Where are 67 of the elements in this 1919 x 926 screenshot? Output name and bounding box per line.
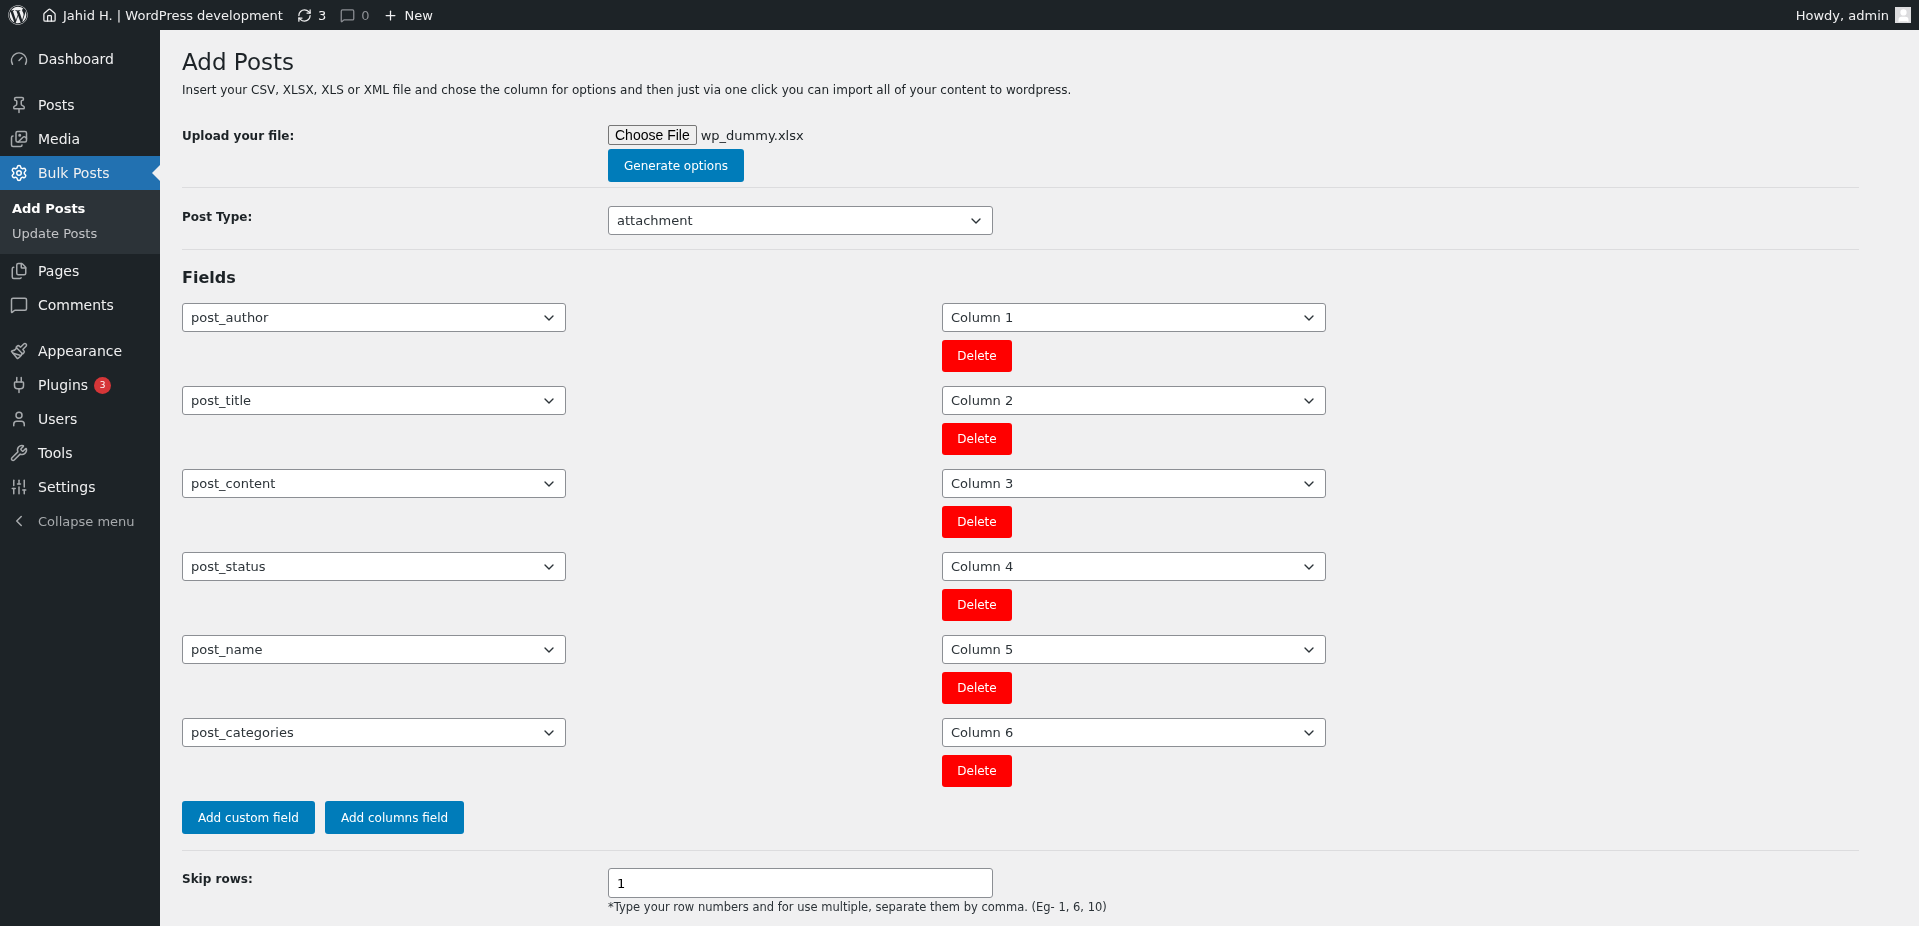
collapse-menu[interactable]: Collapse menu	[0, 504, 160, 538]
gear-icon	[10, 164, 28, 182]
column-select[interactable]: Column 3	[942, 469, 1326, 498]
add-field-button[interactable]: Add columns field	[324, 801, 465, 834]
new-link[interactable]: New	[404, 7, 433, 23]
field-select[interactable]: post_categories	[182, 718, 566, 747]
current-pointer	[152, 165, 160, 181]
wordpress-logo-icon[interactable]	[8, 5, 28, 25]
field-select[interactable]: post_name	[182, 635, 566, 664]
updates-icon[interactable]	[296, 7, 312, 23]
page-description: Insert your CSV, XLSX, XLS or XML file and chose the column for options and then just via one click you can import all of your content to wordpress.	[182, 83, 1073, 97]
menu-item[interactable]: Plugins 3	[0, 368, 160, 402]
menu-item[interactable]: Posts	[0, 88, 160, 122]
page-title: Add Posts	[182, 48, 295, 77]
plus-icon[interactable]	[383, 7, 399, 23]
gauge-icon	[10, 50, 28, 68]
pages-icon	[10, 262, 28, 280]
choose-file-button[interactable]: Choose File	[608, 125, 697, 145]
column-select[interactable]: Column 5	[942, 635, 1326, 664]
pin-icon	[10, 96, 28, 114]
add-field-button[interactable]: Add custom field	[182, 801, 315, 834]
comments-count[interactable]: 0	[361, 7, 370, 23]
column-select[interactable]: Column 2	[942, 386, 1326, 415]
delete-button[interactable]: Delete	[942, 340, 1012, 372]
menu-item[interactable]: Appearance	[0, 334, 160, 368]
field-label: Post Type:	[182, 209, 254, 226]
home-icon	[42, 7, 57, 23]
comment-icon	[10, 296, 28, 314]
field-select[interactable]: post_status	[182, 552, 566, 581]
updates-count[interactable]: 3	[317, 7, 327, 23]
menu-item[interactable]: Comments	[0, 288, 160, 322]
submenu-item[interactable]: Update Posts	[0, 221, 160, 246]
skip-rows-input[interactable]: 1	[608, 868, 993, 898]
field-select[interactable]: post_title	[182, 386, 566, 415]
menu-item[interactable]: Bulk Posts	[0, 156, 160, 190]
column-select[interactable]: Column 6	[942, 718, 1326, 747]
menu-item[interactable]: Settings	[0, 470, 160, 504]
column-select[interactable]: Column 4	[942, 552, 1326, 581]
images-icon	[10, 130, 28, 148]
post-type-select[interactable]: attachment	[608, 206, 993, 235]
delete-button[interactable]: Delete	[942, 506, 1012, 538]
menu-item[interactable]: Tools	[0, 436, 160, 470]
file-name: wp_dummy.xlsx	[700, 127, 804, 143]
brush-icon	[10, 342, 28, 360]
field-label: Upload your file:	[182, 128, 296, 145]
delete-button[interactable]: Delete	[942, 672, 1012, 704]
field-hint: *Type your row numbers and for use multiple, separate them by comma. (Eg- 1, 6, 10)	[608, 900, 1107, 914]
submenu-item[interactable]: Add Posts	[0, 196, 160, 221]
field-select[interactable]: post_content	[182, 469, 566, 498]
user-icon	[10, 410, 28, 428]
count-badge: 3	[94, 376, 112, 394]
field-select[interactable]: post_author	[182, 303, 566, 332]
field-label: Skip rows:	[182, 871, 254, 888]
delete-button[interactable]: Delete	[942, 589, 1012, 621]
comment-icon[interactable]	[340, 7, 356, 23]
menu-item[interactable]: Pages	[0, 254, 160, 288]
sliders-icon	[10, 478, 28, 496]
user-greeting[interactable]: Howdy, admin	[1795, 7, 1889, 23]
column-select[interactable]: Column 1	[942, 303, 1326, 332]
menu-item[interactable]: Dashboard	[0, 42, 160, 76]
delete-button[interactable]: Delete	[942, 423, 1012, 455]
menu-item[interactable]: Users	[0, 402, 160, 436]
section-heading: Fields	[182, 268, 237, 287]
wrench-icon	[10, 444, 28, 462]
menu-item[interactable]: Media	[0, 122, 160, 156]
delete-button[interactable]: Delete	[942, 755, 1012, 787]
generate-options-button[interactable]: Generate options	[608, 149, 745, 182]
